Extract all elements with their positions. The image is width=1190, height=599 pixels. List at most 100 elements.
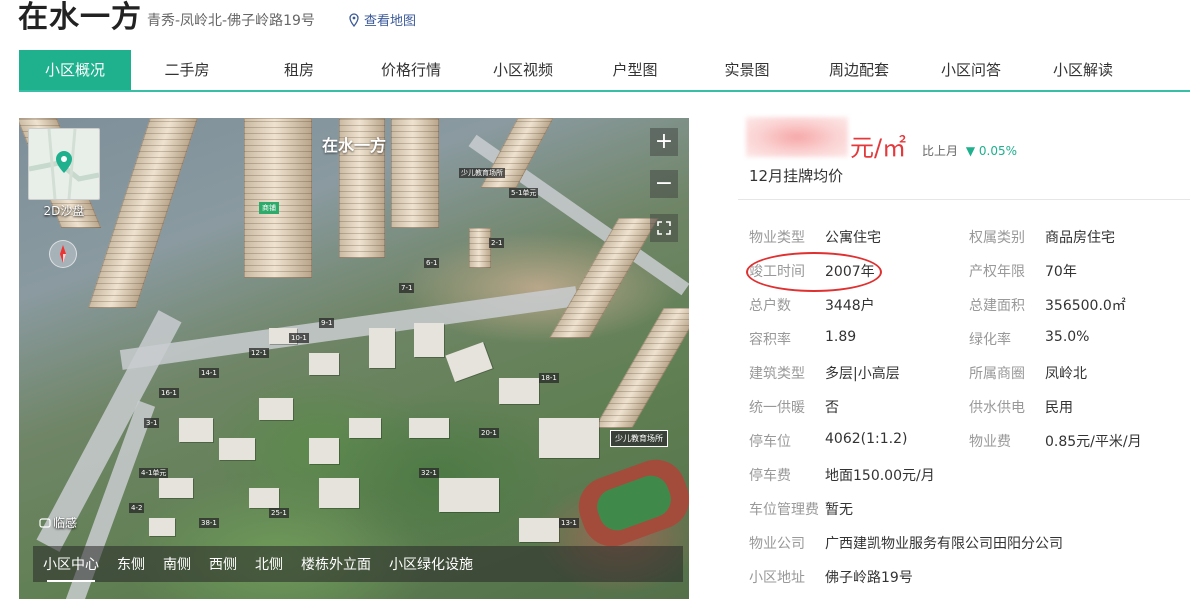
building-block xyxy=(219,438,255,460)
shop-badge: 商铺 xyxy=(259,202,279,214)
label-far: 容积率 xyxy=(749,332,791,348)
tab-analysis[interactable]: 小区解读 xyxy=(1027,50,1139,90)
price-subtitle: 12月挂牌均价 xyxy=(749,167,844,185)
building-tag: 32-1 xyxy=(419,468,439,478)
value-ownership: 商品房住宅 xyxy=(1045,230,1115,246)
page-title: 在水一方 xyxy=(18,0,142,35)
label-parking-mgmt: 车位管理费 xyxy=(749,502,819,518)
label-property-fee: 物业费 xyxy=(969,434,1011,450)
building-tag: 2-1 xyxy=(489,238,505,248)
building-block xyxy=(499,378,539,404)
label-households: 总户数 xyxy=(749,298,791,314)
view-tab-north[interactable]: 北侧 xyxy=(255,554,283,574)
label-parking: 停车位 xyxy=(749,434,791,450)
value-property-company: 广西建凯物业服务有限公司田阳分公司 xyxy=(825,536,1063,552)
value-green-ratio: 35.0% xyxy=(1045,329,1090,345)
tab-rent[interactable]: 租房 xyxy=(243,50,355,90)
building-tag: 18-1 xyxy=(539,373,559,383)
value-total-area: 356500.0㎡ xyxy=(1045,298,1126,314)
building-block xyxy=(309,353,339,375)
building-block xyxy=(369,328,395,368)
value-tenure: 70年 xyxy=(1045,264,1077,280)
location-pin-icon xyxy=(349,12,359,27)
value-property-type: 公寓住宅 xyxy=(825,230,881,246)
value-parking-mgmt: 暂无 xyxy=(825,502,853,518)
building-tag: 9-1 xyxy=(319,318,335,328)
label-property-company: 物业公司 xyxy=(749,536,805,552)
divider xyxy=(738,199,1190,200)
value-parking-fee: 地面150.00元/月 xyxy=(825,468,935,484)
highlight-circle-annotation xyxy=(746,252,882,292)
road xyxy=(119,286,579,370)
aerial-3d-view[interactable]: 5-1单元 2-1 6-1 7-1 9-1 10-1 12-1 14-1 16-… xyxy=(19,118,689,599)
building-tag: 少儿教育场所 xyxy=(459,168,505,178)
tab-resale[interactable]: 二手房 xyxy=(131,50,243,90)
view-map-link[interactable]: 查看地图 xyxy=(348,10,416,29)
tab-video[interactable]: 小区视频 xyxy=(467,50,579,90)
fullscreen-icon[interactable] xyxy=(650,214,678,242)
compare-value: ▼ 0.05% xyxy=(965,144,1018,158)
map-thumbnail-graphic xyxy=(29,129,99,199)
building-tag: 10-1 xyxy=(289,333,309,343)
building-tag: 6-1 xyxy=(424,258,440,268)
building-tag: 3-1 xyxy=(144,418,160,428)
tab-overview[interactable]: 小区概况 xyxy=(19,50,131,90)
tab-amenities[interactable]: 周边配套 xyxy=(803,50,915,90)
month-compare: 比上月 ▼ 0.05% xyxy=(922,142,1017,159)
value-building-type: 多层|小高层 xyxy=(825,366,900,382)
label-property-type: 物业类型 xyxy=(749,230,805,246)
view-tab-center[interactable]: 小区中心 xyxy=(43,554,99,582)
tower-building xyxy=(594,308,689,428)
building-block xyxy=(539,418,599,458)
compare-label: 比上月 xyxy=(922,144,959,158)
building-block xyxy=(519,518,559,542)
value-heating: 否 xyxy=(825,400,839,416)
label-tenure: 产权年限 xyxy=(969,264,1025,280)
zoom-in-button[interactable]: + xyxy=(650,128,678,156)
sandbox-2d-label[interactable]: 2D沙盘 xyxy=(28,202,100,219)
view-tab-east[interactable]: 东侧 xyxy=(117,554,145,574)
view-tab-south[interactable]: 南侧 xyxy=(163,554,191,574)
building-tag: 12-1 xyxy=(249,348,269,358)
building-block xyxy=(179,418,213,442)
compass-icon[interactable] xyxy=(49,240,77,268)
zoom-out-button[interactable]: − xyxy=(650,170,678,198)
building-block xyxy=(445,342,493,382)
label-parking-fee: 停车费 xyxy=(749,468,791,484)
tab-photos[interactable]: 实景图 xyxy=(691,50,803,90)
building-tag: 25-1 xyxy=(269,508,289,518)
tab-price-trend[interactable]: 价格行情 xyxy=(355,50,467,90)
building-block xyxy=(349,418,381,438)
building-block xyxy=(259,398,293,420)
value-households: 3448户 xyxy=(825,298,875,314)
building-tag: 38-1 xyxy=(199,518,219,528)
building-tag: 7-1 xyxy=(399,283,415,293)
place-tag[interactable]: 少儿教育场所 xyxy=(610,430,668,447)
view-map-label[interactable]: 查看地图 xyxy=(364,10,416,29)
view-tab-greenery[interactable]: 小区绿化设施 xyxy=(389,554,473,574)
building-tag: 4-2 xyxy=(129,503,145,513)
tab-floorplan[interactable]: 户型图 xyxy=(579,50,691,90)
label-heating: 统一供暖 xyxy=(749,400,805,416)
view-tab-west[interactable]: 西侧 xyxy=(209,554,237,574)
value-far: 1.89 xyxy=(825,329,857,345)
building-block xyxy=(409,418,449,438)
building-block xyxy=(149,518,175,536)
tab-qa[interactable]: 小区问答 xyxy=(915,50,1027,90)
view-tab-facade[interactable]: 楼栋外立面 xyxy=(301,554,371,574)
building-tag: 16-1 xyxy=(159,388,179,398)
value-address: 佛子岭路19号 xyxy=(825,570,913,586)
label-utility: 供水供电 xyxy=(969,400,1025,416)
community-address: 青秀-凤岭北-佛子岭路19号 xyxy=(147,13,315,29)
immersive-toggle[interactable]: 临感 xyxy=(39,514,77,531)
tower-building xyxy=(469,228,491,268)
label-ownership: 权属类别 xyxy=(969,230,1025,246)
building-block xyxy=(309,438,339,464)
building-block xyxy=(159,478,193,498)
sandbox-thumbnail[interactable] xyxy=(28,128,100,200)
building-tag: 14-1 xyxy=(199,368,219,378)
value-parking: 4062(1:1.2) xyxy=(825,431,908,447)
building-tag: 20-1 xyxy=(479,428,499,438)
value-utility: 民用 xyxy=(1045,400,1073,416)
label-building-type: 建筑类型 xyxy=(749,366,805,382)
